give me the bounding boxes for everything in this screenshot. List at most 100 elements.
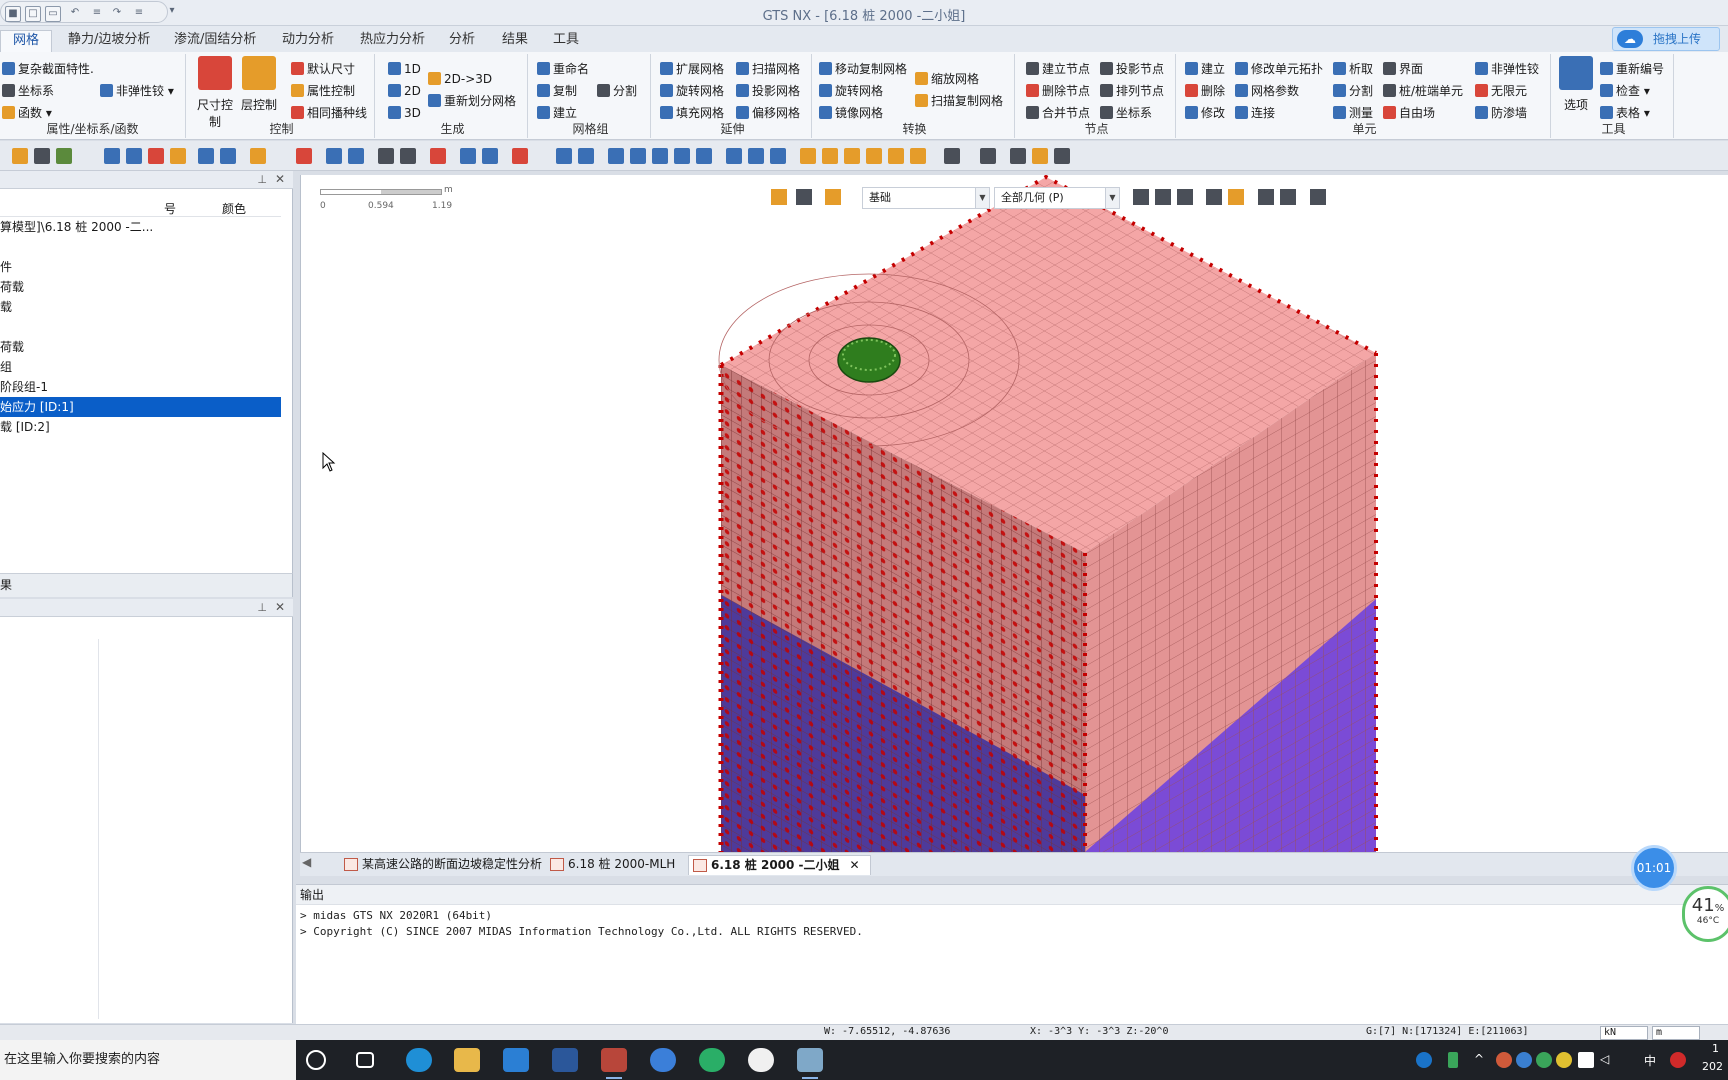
edge-icon[interactable] — [406, 1048, 432, 1072]
infinite-element-button[interactable]: 无限元 — [1475, 82, 1527, 100]
expand-mesh-button[interactable]: 扩展网格 — [660, 60, 724, 78]
select-filter-icon[interactable] — [771, 189, 787, 205]
attr-control-button[interactable]: 属性控制 — [291, 82, 355, 100]
align-node-button[interactable]: 排列节点 — [1100, 82, 1164, 100]
tab-mesh[interactable]: 网格 — [0, 30, 53, 52]
tab-results[interactable]: 结果 — [502, 30, 528, 52]
word-icon[interactable] — [552, 1048, 578, 1072]
mail-icon[interactable] — [503, 1048, 529, 1072]
volume-icon[interactable]: ◁ — [1600, 1052, 1609, 1066]
pick-mode-icon[interactable] — [825, 189, 841, 205]
tree-item[interactable] — [0, 237, 281, 257]
tool-icon[interactable] — [1310, 189, 1326, 205]
layer-control-button[interactable]: 层控制 — [239, 56, 279, 113]
image-icon[interactable] — [482, 148, 498, 164]
select-icon[interactable] — [12, 148, 28, 164]
left-view-icon[interactable] — [888, 148, 904, 164]
clear-selection-icon[interactable] — [1206, 189, 1222, 205]
close-icon[interactable]: ✕ — [275, 172, 285, 186]
interface-button[interactable]: 界面 — [1383, 60, 1423, 78]
tray-chevron-icon[interactable]: ^ — [1474, 1052, 1484, 1066]
rename-button[interactable]: 重命名 — [537, 60, 589, 78]
top-view-icon[interactable] — [844, 148, 860, 164]
coord-sys-button[interactable]: 坐标系 — [2, 82, 54, 100]
extract-button[interactable]: 析取 — [1333, 60, 1373, 78]
renumber-button[interactable]: 重新编号 — [1600, 60, 1664, 78]
close-icon[interactable]: ✕ — [275, 600, 285, 614]
sweep-copy-mesh-button[interactable]: 扫描复制网格 — [915, 92, 1003, 110]
project-mesh-button[interactable]: 投影网格 — [736, 82, 800, 100]
shaded-edges-icon[interactable] — [1032, 148, 1048, 164]
help-icon[interactable] — [1416, 1052, 1432, 1068]
view-axis-icon[interactable] — [748, 148, 764, 164]
tab-thermal[interactable]: 热应力分析 — [360, 30, 425, 52]
hash-icon[interactable] — [250, 148, 266, 164]
file-explorer-icon[interactable] — [454, 1048, 480, 1072]
right-view-icon[interactable] — [866, 148, 882, 164]
rotate-view-2-icon[interactable] — [674, 148, 690, 164]
battery-icon[interactable] — [1448, 1052, 1458, 1068]
wechat-icon[interactable] — [699, 1048, 725, 1072]
default-size-button[interactable]: 默认尺寸 — [291, 60, 355, 78]
tree-icon[interactable] — [460, 148, 476, 164]
pin-icon[interactable]: ⊥ — [257, 173, 267, 186]
modify-topology-button[interactable]: 修改单元拓扑 — [1235, 60, 1323, 78]
transform-icon[interactable] — [220, 148, 236, 164]
snap-icon[interactable] — [148, 148, 164, 164]
delete-element-button[interactable]: 删除 — [1185, 82, 1225, 100]
pick-extra-icon[interactable] — [348, 148, 364, 164]
tree-item[interactable]: 件 — [0, 257, 281, 277]
cortana-icon[interactable] — [306, 1050, 326, 1070]
shading-icon[interactable] — [980, 148, 996, 164]
task-view-icon[interactable] — [356, 1052, 374, 1068]
split-button[interactable]: 分割 — [597, 82, 637, 100]
notes-app-icon[interactable] — [797, 1048, 823, 1072]
selection-list-icon[interactable] — [1228, 189, 1244, 205]
pick-face-icon[interactable] — [1177, 189, 1193, 205]
tree-item[interactable]: 载 [ID:2] — [0, 417, 281, 437]
zoom-fit-icon[interactable] — [578, 148, 594, 164]
model-viewport[interactable] — [300, 174, 1728, 852]
tray-vpn-icon[interactable] — [1556, 1052, 1572, 1068]
move-copy-mesh-button[interactable]: 移动复制网格 — [819, 60, 907, 78]
tab-dynamic[interactable]: 动力分析 — [282, 30, 334, 52]
doc-tab-3-active[interactable]: 6.18 桩 2000 -二小姐 ✕ — [688, 855, 871, 875]
pick-node-icon[interactable] — [1133, 189, 1149, 205]
size-control-button[interactable]: 尺寸控制 — [193, 56, 237, 130]
pick-element-icon[interactable] — [1155, 189, 1171, 205]
pick-icon[interactable] — [326, 148, 342, 164]
tree-item[interactable] — [0, 317, 281, 337]
tab-tools[interactable]: 工具 — [553, 30, 579, 52]
clock-time[interactable]: 1 — [1712, 1042, 1719, 1055]
panel-tab-results[interactable]: 果 — [0, 573, 293, 597]
doc-tab-2[interactable]: 6.18 桩 2000-MLH — [546, 855, 685, 875]
baidu-netdisk-icon[interactable] — [650, 1048, 676, 1072]
tray-wechat-icon[interactable] — [1536, 1052, 1552, 1068]
hidden-line-icon[interactable] — [1054, 148, 1070, 164]
app-avatar-icon[interactable] — [748, 1048, 774, 1072]
zoom-window-icon[interactable] — [608, 148, 624, 164]
book-icon[interactable] — [296, 148, 312, 164]
tray-app-icon[interactable] — [1496, 1052, 1512, 1068]
force-unit-select[interactable]: kN — [1600, 1026, 1648, 1040]
tab-static-slope[interactable]: 静力/边坡分析 — [68, 30, 150, 52]
recording-timer[interactable]: 01:01 — [1631, 845, 1677, 891]
tab-seepage[interactable]: 渗流/固结分析 — [174, 30, 256, 52]
section-props-button[interactable]: 复杂截面特性. — [2, 60, 94, 78]
copy-button[interactable]: 复制 — [537, 82, 577, 100]
pointer-icon[interactable] — [796, 189, 812, 205]
sweep-mesh-button[interactable]: 扫描网格 — [736, 60, 800, 78]
work-plane-icon[interactable] — [126, 148, 142, 164]
tree-item[interactable]: 组 — [0, 357, 281, 377]
rotate-mesh-button[interactable]: 旋转网格 — [819, 82, 883, 100]
node-num-icon[interactable] — [378, 148, 394, 164]
back-view-icon[interactable] — [910, 148, 926, 164]
tab-analysis[interactable]: 分析 — [449, 30, 475, 52]
query-icon[interactable] — [430, 148, 446, 164]
unpin-selection-icon[interactable] — [1280, 189, 1296, 205]
filter-icon[interactable] — [34, 148, 50, 164]
geometry-filter-select[interactable]: 全部几何 (P) ▼ — [994, 187, 1120, 209]
inelastic-hinge-element-button[interactable]: 非弹性铰 — [1475, 60, 1539, 78]
grid-toggle-icon[interactable] — [104, 148, 120, 164]
view-axis-2-icon[interactable] — [770, 148, 786, 164]
